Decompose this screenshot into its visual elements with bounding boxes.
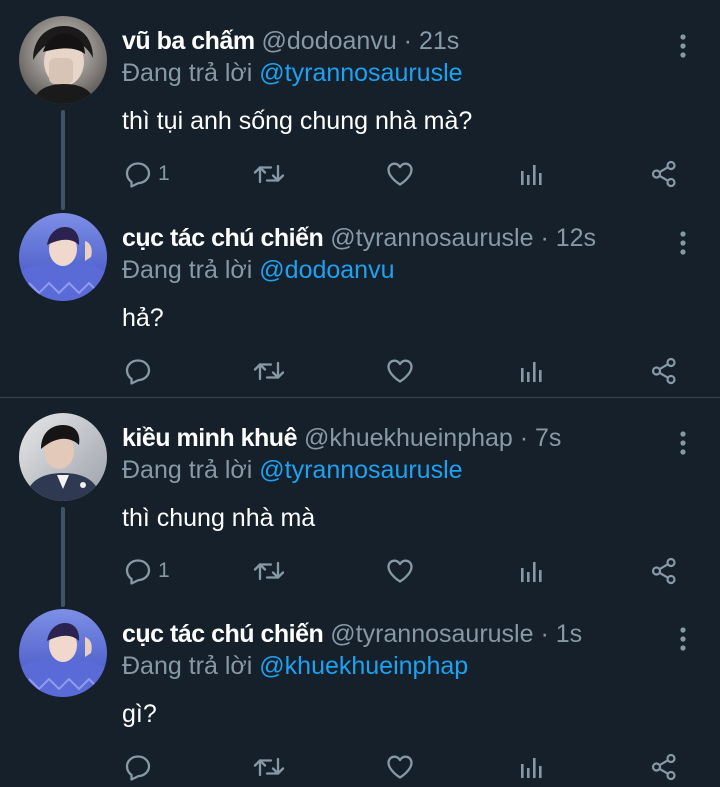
tweet-header: cục tác chú chiến @tyrannosaurusle · 12s [122, 223, 596, 253]
reply-icon [124, 753, 152, 781]
tweet-text: thì tụi anh sống chung nhà mà? [122, 107, 473, 135]
timestamp[interactable]: 12s [556, 224, 596, 252]
tweet-header: kiều minh khuê @khuekhueinphap · 7s [122, 423, 561, 453]
separator-dot: · [512, 424, 536, 452]
reply-icon [124, 357, 152, 385]
timestamp[interactable]: 21s [419, 27, 459, 55]
share-icon [650, 160, 678, 188]
mention-link[interactable]: @tyrannosaurusle [259, 456, 462, 484]
tweet[interactable]: cục tác chú chiến @tyrannosaurusle · 1s … [0, 609, 720, 787]
action-bar: 1 [0, 553, 720, 589]
timestamp[interactable]: 7s [535, 424, 561, 452]
avatar-image [19, 213, 107, 301]
mention-link[interactable]: @khuekhueinphap [259, 652, 468, 680]
retweet-button[interactable] [253, 353, 285, 389]
action-bar [0, 353, 720, 389]
more-icon[interactable] [671, 429, 695, 457]
analytics-icon [518, 161, 544, 187]
display-name[interactable]: kiều minh khuê [122, 424, 297, 452]
action-bar: 1 [0, 156, 720, 192]
like-button[interactable] [386, 156, 414, 192]
retweet-icon [253, 357, 285, 385]
tweet[interactable]: cục tác chú chiến @tyrannosaurusle · 12s… [0, 213, 720, 393]
separator-dot: · [533, 224, 556, 252]
avatar-image [19, 413, 107, 501]
reply-button[interactable]: 1 [124, 156, 170, 192]
replying-to: Đang trả lời @tyrannosaurusle [122, 58, 463, 88]
reply-icon [124, 160, 152, 188]
avatar-image [19, 609, 107, 697]
separator-dot: · [533, 620, 556, 648]
replying-to: Đang trả lời @tyrannosaurusle [122, 455, 463, 485]
reply-button[interactable]: 1 [124, 553, 170, 589]
share-button[interactable] [650, 156, 678, 192]
like-icon [386, 161, 414, 187]
reply-count: 1 [158, 559, 170, 582]
replying-to-label: Đang trả lời [122, 59, 260, 87]
mention-link[interactable]: @tyrannosaurusle [259, 59, 462, 87]
retweet-button[interactable] [253, 156, 285, 192]
more-icon[interactable] [671, 625, 695, 653]
share-icon [650, 753, 678, 781]
like-icon [386, 358, 414, 384]
reply-count: 1 [158, 162, 170, 185]
tweet-text: hả? [122, 304, 164, 332]
avatar[interactable] [19, 413, 107, 501]
username[interactable]: @tyrannosaurusle [330, 620, 533, 648]
like-button[interactable] [386, 553, 414, 589]
mention-link[interactable]: @dodoanvu [259, 256, 394, 284]
tweet-header: cục tác chú chiến @tyrannosaurusle · 1s [122, 619, 582, 649]
analytics-button[interactable] [518, 353, 544, 389]
share-icon [650, 557, 678, 585]
avatar[interactable] [19, 213, 107, 301]
replying-to-label: Đang trả lời [122, 456, 260, 484]
retweet-button[interactable] [253, 749, 285, 785]
analytics-icon [518, 754, 544, 780]
analytics-icon [518, 558, 544, 584]
username[interactable]: @khuekhueinphap [304, 424, 513, 452]
more-icon[interactable] [671, 229, 695, 257]
share-button[interactable] [650, 553, 678, 589]
display-name[interactable]: cục tác chú chiến [122, 224, 324, 252]
tweet-text: gì? [122, 700, 157, 728]
analytics-button[interactable] [518, 156, 544, 192]
replying-to: Đang trả lời @khuekhueinphap [122, 651, 468, 681]
share-button[interactable] [650, 749, 678, 785]
display-name[interactable]: cục tác chú chiến [122, 620, 324, 648]
tweet[interactable]: kiều minh khuê @khuekhueinphap · 7s Đang… [0, 413, 720, 607]
action-bar [0, 749, 720, 785]
more-icon[interactable] [671, 32, 695, 60]
like-icon [386, 754, 414, 780]
like-button[interactable] [386, 749, 414, 785]
tweet-header: vũ ba chấm @dodoanvu · 21s [122, 26, 459, 56]
display-name[interactable]: vũ ba chấm [122, 27, 255, 55]
tweet[interactable]: vũ ba chấm @dodoanvu · 21s Đang trả lời … [0, 16, 720, 210]
avatar[interactable] [19, 16, 107, 104]
avatar-image [19, 16, 107, 104]
replying-to: Đang trả lời @dodoanvu [122, 255, 395, 285]
username[interactable]: @tyrannosaurusle [330, 224, 533, 252]
retweet-button[interactable] [253, 553, 285, 589]
share-icon [650, 357, 678, 385]
replying-to-label: Đang trả lời [122, 652, 260, 680]
analytics-button[interactable] [518, 553, 544, 589]
like-icon [386, 558, 414, 584]
avatar[interactable] [19, 609, 107, 697]
separator-dot: · [396, 27, 419, 55]
username[interactable]: @dodoanvu [262, 27, 397, 55]
share-button[interactable] [650, 353, 678, 389]
retweet-icon [253, 753, 285, 781]
reply-button[interactable] [124, 353, 158, 389]
timestamp[interactable]: 1s [556, 620, 582, 648]
analytics-button[interactable] [518, 749, 544, 785]
reply-icon [124, 557, 152, 585]
replying-to-label: Đang trả lời [122, 256, 260, 284]
retweet-icon [253, 557, 285, 585]
retweet-icon [253, 160, 285, 188]
reply-button[interactable] [124, 749, 158, 785]
like-button[interactable] [386, 353, 414, 389]
tweet-text: thì chung nhà mà [122, 504, 316, 532]
analytics-icon [518, 358, 544, 384]
conversation-divider [0, 397, 720, 398]
